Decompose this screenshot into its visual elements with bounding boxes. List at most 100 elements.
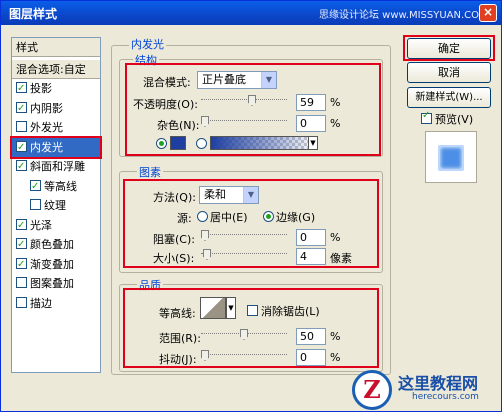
style-item-6[interactable]: 纹理 (12, 196, 100, 215)
slider-thumb[interactable] (240, 329, 248, 340)
ok-button[interactable]: 确定 (407, 38, 491, 59)
style-item-checkbox[interactable] (16, 138, 27, 157)
contour-label: 等高线: (159, 307, 196, 320)
style-item-4[interactable]: 斜面和浮雕 (12, 157, 100, 176)
blend-options-item[interactable]: 混合选项:自定 (12, 60, 100, 79)
preview-checkbox[interactable] (421, 110, 432, 124)
choke-input[interactable]: 0 (296, 229, 326, 246)
noise-label: 杂色(N): (157, 119, 200, 132)
source-edge-radio[interactable] (263, 211, 274, 222)
watermark: 思缘设计论坛 www.MISSYUAN.COM (319, 10, 488, 21)
jitter-slider[interactable] (201, 350, 287, 362)
slider-thumb[interactable] (201, 116, 209, 127)
style-item-checkbox[interactable] (16, 216, 27, 235)
style-item-checkbox[interactable] (16, 157, 27, 176)
style-item-5[interactable]: 等高线 (12, 177, 100, 196)
style-preview (425, 131, 477, 183)
size-unit: 像素 (330, 252, 352, 265)
style-item-checkbox[interactable] (16, 296, 27, 308)
style-item-label: 描边 (30, 296, 52, 310)
method-select[interactable]: 柔和 ▼ (199, 186, 259, 204)
source-edge-option[interactable]: 边缘(G) (263, 209, 315, 225)
size-input[interactable]: 4 (296, 248, 326, 265)
slider-thumb[interactable] (201, 230, 209, 241)
style-item-checkbox[interactable] (30, 177, 41, 196)
chevron-down-icon: ▼ (261, 72, 276, 88)
slider-thumb[interactable] (248, 95, 256, 106)
contour-dropdown-icon[interactable]: ▼ (226, 297, 236, 319)
range-slider[interactable] (201, 329, 287, 341)
gradient-radio[interactable] (196, 138, 207, 149)
layer-style-dialog: 图层样式 思缘设计论坛 www.MISSYUAN.COM × 样式 混合选项:自… (0, 0, 502, 412)
style-item-checkbox[interactable] (16, 255, 27, 274)
blend-mode-select[interactable]: 正片叠底 ▼ (197, 71, 277, 89)
size-slider[interactable] (201, 249, 287, 261)
style-item-label: 光泽 (30, 218, 52, 232)
slider-thumb[interactable] (203, 249, 211, 260)
preview-label: 预览(V) (435, 113, 474, 126)
noise-slider[interactable] (201, 116, 287, 128)
style-item-9[interactable]: 渐变叠加 (12, 255, 100, 274)
styles-header[interactable]: 样式 (12, 38, 100, 57)
style-item-checkbox[interactable] (30, 199, 41, 210)
color-radio[interactable] (156, 138, 167, 149)
style-item-checkbox[interactable] (16, 99, 27, 118)
styles-list: 样式 混合选项:自定 投影内阴影外发光内发光斜面和浮雕等高线纹理光泽颜色叠加渐变… (10, 37, 102, 373)
preview-swatch (438, 145, 464, 171)
style-item-3[interactable]: 内发光 (10, 135, 102, 159)
logo-name: 这里教程网 (398, 374, 479, 393)
style-item-label: 斜面和浮雕 (30, 160, 85, 173)
style-item-checkbox[interactable] (16, 121, 27, 132)
style-item-7[interactable]: 光泽 (12, 216, 100, 235)
gradient-dropdown-icon[interactable]: ▼ (308, 136, 318, 150)
style-item-checkbox[interactable] (16, 79, 27, 98)
choke-unit: % (330, 231, 341, 244)
anti-alias-checkbox[interactable] (247, 305, 258, 316)
opacity-slider[interactable] (201, 95, 287, 107)
style-item-10[interactable]: 图案叠加 (12, 274, 100, 293)
size-label: 大小(S): (153, 252, 195, 265)
cancel-button[interactable]: 取消 (407, 62, 491, 83)
style-item-label: 颜色叠加 (30, 238, 74, 251)
glow-color-swatch[interactable] (170, 136, 186, 150)
style-item-11[interactable]: 描边 (12, 294, 100, 313)
style-item-0[interactable]: 投影 (12, 79, 100, 98)
style-item-label: 内阴影 (30, 101, 63, 115)
site-logo: Z 这里教程网 herecours.com (352, 368, 502, 412)
blend-mode-label: 混合模式: (143, 76, 191, 89)
range-unit: % (330, 330, 341, 343)
choke-label: 阻塞(C): (153, 233, 195, 246)
source-edge-label: 边缘(G) (276, 211, 316, 224)
style-item-1[interactable]: 内阴影 (12, 99, 100, 118)
glow-gradient-picker[interactable] (210, 136, 318, 150)
contour-picker[interactable] (200, 297, 226, 319)
elements-title: 图素 (137, 164, 163, 180)
jitter-label: 抖动(J): (159, 353, 197, 366)
style-item-label: 外发光 (30, 121, 63, 134)
choke-slider[interactable] (201, 230, 287, 242)
opacity-input[interactable]: 59 (296, 94, 326, 111)
range-input[interactable]: 50 (296, 328, 326, 345)
source-center-option[interactable]: 居中(E) (197, 209, 248, 225)
jitter-input[interactable]: 0 (296, 349, 326, 366)
new-style-button[interactable]: 新建样式(W)... (407, 87, 491, 108)
opacity-unit: % (330, 96, 341, 109)
source-center-radio[interactable] (197, 211, 208, 222)
title-bar: 图层样式 思缘设计论坛 www.MISSYUAN.COM × (1, 1, 501, 25)
style-item-checkbox[interactable] (16, 235, 27, 254)
method-label: 方法(Q): (153, 191, 196, 204)
style-item-checkbox[interactable] (16, 277, 27, 288)
anti-alias-option[interactable]: 消除锯齿(L) (247, 303, 320, 319)
style-item-label: 投影 (30, 82, 52, 95)
noise-input[interactable]: 0 (296, 115, 326, 132)
style-item-8[interactable]: 颜色叠加 (12, 235, 100, 254)
logo-url: herecours.com (412, 392, 479, 402)
preview-option[interactable]: 预览(V) (421, 110, 474, 127)
source-center-label: 居中(E) (210, 211, 248, 224)
window-title: 图层样式 (9, 7, 58, 21)
anti-alias-label: 消除锯齿(L) (261, 305, 320, 318)
slider-thumb[interactable] (201, 350, 209, 361)
close-button[interactable]: × (479, 4, 497, 22)
style-item-label: 纹理 (44, 199, 66, 212)
style-item-2[interactable]: 外发光 (12, 118, 100, 137)
